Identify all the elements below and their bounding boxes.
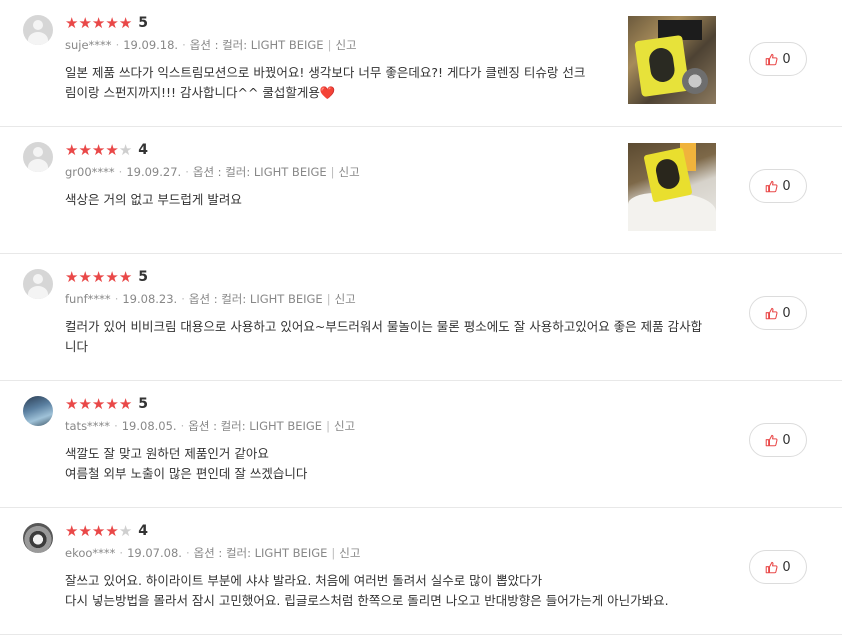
thumbs-up-icon <box>766 434 778 446</box>
like-count: 0 <box>782 432 791 448</box>
avatar <box>23 396 53 426</box>
reviewer-id: funf**** <box>65 292 111 306</box>
product-option: 옵션 : 컬러: LIGHT BEIGE <box>192 165 327 179</box>
star-rating: ★ ★ ★ ★ ★ 5 <box>65 269 148 285</box>
product-option: 옵션 : 컬러: LIGHT BEIGE <box>188 419 323 433</box>
star-icon: ★ <box>78 141 92 159</box>
review-text: 잘쓰고 있어요. 하이라이트 부분에 샤샤 발라요. 처음에 여러번 돌려서 실… <box>65 573 669 608</box>
star-icon: ★ <box>91 522 106 540</box>
rating-score: 5 <box>138 396 149 412</box>
review-item: ★ ★ ★ ★ ★ 4 gr00**** · 19.09.27. · 옵션 : 컬러: LIGH… <box>0 127 842 254</box>
user-silhouette-icon <box>33 147 43 157</box>
star-rating: ★ ★ ★ ★ ★ 4 <box>65 523 148 539</box>
review-item: ★ ★ ★ ★ ★ 4 ekoo**** · 19.07.08. · 옵션 : 컬러: LIGH… <box>0 508 842 635</box>
star-rating: ★ ★ ★ ★ ★ 5 <box>65 396 148 412</box>
star-icon: ★ <box>105 268 119 286</box>
star-icon: ★ <box>91 14 106 32</box>
thumbs-up-icon <box>766 53 778 65</box>
star-icon: ★ <box>91 268 106 286</box>
review-meta: gr00**** · 19.09.27. · 옵션 : 컬러: LIGHT BEIGE |… <box>65 165 360 179</box>
star-icon: ★ <box>105 395 119 413</box>
report-link[interactable]: 신고 <box>334 419 355 433</box>
like-button[interactable]: 0 <box>749 423 807 457</box>
star-icon: ★ <box>118 268 133 286</box>
user-silhouette-icon <box>33 20 43 30</box>
review-text: 색깔도 잘 맞고 원하던 제품인거 같아요 여름철 외부 노출이 많은 편인데 … <box>65 446 308 481</box>
star-icon: ★ <box>78 268 92 286</box>
star-icon: ★ <box>118 14 133 32</box>
like-button[interactable]: 0 <box>749 42 807 76</box>
rating-score: 5 <box>138 269 149 285</box>
star-rating: ★ ★ ★ ★ ★ 4 <box>65 142 148 158</box>
review-meta: tats**** · 19.08.05. · 옵션 : 컬러: LIGHT BEIGE |… <box>65 419 356 433</box>
review-date: 19.09.18. <box>123 38 179 52</box>
thumbs-up-icon <box>766 561 778 573</box>
star-icon: ★ <box>105 522 119 540</box>
review-item: ★ ★ ★ ★ ★ 5 tats**** · 19.08.05. · 옵션 : 컬러: LIGH… <box>0 381 842 508</box>
rating-score: 4 <box>138 142 149 158</box>
star-icon: ★ <box>65 268 79 286</box>
review-meta: funf**** · 19.08.23. · 옵션 : 컬러: LIGHT BEIGE |… <box>65 292 356 306</box>
reviewer-id: ekoo**** <box>65 546 116 560</box>
reviewer-id: suje**** <box>65 38 112 52</box>
rating-score: 4 <box>138 523 149 539</box>
avatar <box>23 269 53 299</box>
review-text: 일본 제품 쓰다가 익스트림모션으로 바꿨어요! 생각보다 너무 좋은데요?! … <box>65 65 586 100</box>
review-text: 색상은 거의 없고 부드럽게 발려요 <box>65 192 242 207</box>
review-item: ★ ★ ★ ★ ★ 5 funf**** · 19.08.23. · 옵션 : 컬러: LIGH… <box>0 254 842 381</box>
review-photo[interactable] <box>628 16 716 104</box>
reviewer-id: tats**** <box>65 419 111 433</box>
star-rating: ★ ★ ★ ★ ★ 5 <box>65 15 148 31</box>
user-silhouette-icon <box>33 274 43 284</box>
like-button[interactable]: 0 <box>749 550 807 584</box>
star-icon: ★ <box>118 395 133 413</box>
review-date: 19.09.27. <box>126 165 182 179</box>
star-icon: ★ <box>65 14 79 32</box>
product-option: 옵션 : 컬러: LIGHT BEIGE <box>189 38 324 52</box>
star-icon: ★ <box>105 141 119 159</box>
star-icon: ★ <box>118 141 133 159</box>
report-link[interactable]: 신고 <box>339 165 360 179</box>
product-option: 옵션 : 컬러: LIGHT BEIGE <box>188 292 323 306</box>
review-text: 컬러가 있어 비비크림 대용으로 사용하고 있어요~부드러워서 물놀이는 물론 … <box>65 319 703 354</box>
review-list: ★ ★ ★ ★ ★ 5 suje**** · 19.09.18. · 옵션 : 컬러: LIGH… <box>0 0 860 635</box>
star-icon: ★ <box>78 395 92 413</box>
rating-score: 5 <box>138 15 149 31</box>
star-icon: ★ <box>91 141 106 159</box>
thumbs-up-icon <box>766 307 778 319</box>
review-date: 19.07.08. <box>127 546 182 560</box>
review-photo[interactable] <box>628 143 716 231</box>
reviewer-id: gr00**** <box>65 165 115 179</box>
review-date: 19.08.05. <box>121 419 177 433</box>
like-count: 0 <box>782 305 791 321</box>
like-button[interactable]: 0 <box>749 296 807 330</box>
report-link[interactable]: 신고 <box>335 38 356 52</box>
product-option: 옵션 : 컬러: LIGHT BEIGE <box>193 546 328 560</box>
report-link[interactable]: 신고 <box>339 546 360 560</box>
avatar <box>23 15 53 45</box>
star-icon: ★ <box>91 395 106 413</box>
avatar <box>23 523 53 553</box>
star-icon: ★ <box>65 141 79 159</box>
review-date: 19.08.23. <box>122 292 178 306</box>
review-item: ★ ★ ★ ★ ★ 5 suje**** · 19.09.18. · 옵션 : 컬러: LIGH… <box>0 0 842 127</box>
star-icon: ★ <box>78 522 92 540</box>
like-count: 0 <box>782 51 791 67</box>
star-icon: ★ <box>118 522 133 540</box>
like-button[interactable]: 0 <box>749 169 807 203</box>
review-meta: suje**** · 19.09.18. · 옵션 : 컬러: LIGHT BEIGE |… <box>65 38 357 52</box>
star-icon: ★ <box>65 395 79 413</box>
star-icon: ★ <box>105 14 119 32</box>
star-icon: ★ <box>78 14 92 32</box>
avatar <box>23 142 53 172</box>
report-link[interactable]: 신고 <box>335 292 356 306</box>
review-meta: ekoo**** · 19.07.08. · 옵션 : 컬러: LIGHT BEIGE |… <box>65 546 361 560</box>
thumbs-up-icon <box>766 180 778 192</box>
star-icon: ★ <box>65 522 79 540</box>
like-count: 0 <box>782 178 791 194</box>
like-count: 0 <box>782 559 791 575</box>
